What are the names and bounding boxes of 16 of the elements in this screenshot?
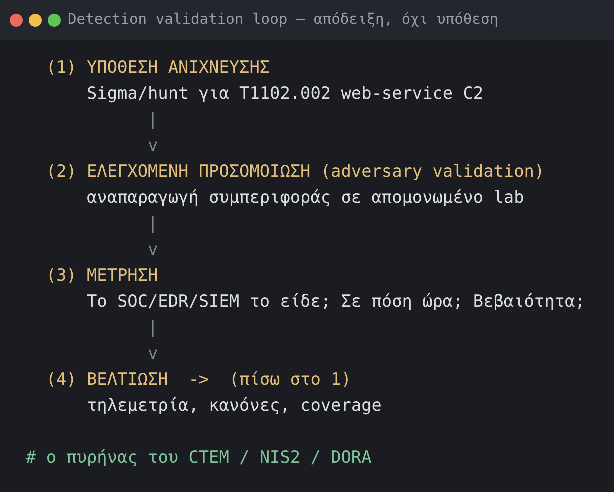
connector-glyph: | — [148, 316, 158, 339]
step-heading: (2) ΕΛΕΓΧΟΜΕΝΗ ΠΡΟΣΟΜΟΙΩΣΗ (adversary validation) — [46, 160, 545, 183]
connector-glyph: | — [148, 212, 158, 235]
step-heading: (3) ΜΕΤΡΗΣΗ — [46, 264, 158, 287]
connector-glyph: | — [148, 108, 158, 131]
step-heading: (4) ΒΕΛΤΙΩΣΗ -> (πίσω στο 1) — [46, 368, 352, 391]
connector-glyph: v — [148, 342, 158, 365]
step-detail: τηλεμετρία, κανόνες, coverage — [87, 394, 382, 417]
connector-glyph: v — [148, 238, 158, 261]
step-heading: (1) ΥΠΟΘΕΣΗ ΑΝΙΧΝΕΥΣΗΣ — [46, 56, 270, 79]
step-detail: αναπαραγωγή συμπεριφοράς σε απομονωμένο lab — [87, 186, 524, 209]
step-detail: Sigma/hunt για T1102.002 web-service C2 — [87, 82, 484, 105]
step-detail: Το SOC/EDR/SIEM το είδε; Σε πόση ώρα; Βεβαιότητα; — [87, 290, 586, 313]
window-title: Detection validation loop — απόδειξη, όχι υπόθεση — [68, 10, 499, 30]
connector-glyph: v — [148, 134, 158, 157]
code-comment: # ο πυρήνας του CTEM / NIS2 / DORA — [26, 446, 372, 469]
